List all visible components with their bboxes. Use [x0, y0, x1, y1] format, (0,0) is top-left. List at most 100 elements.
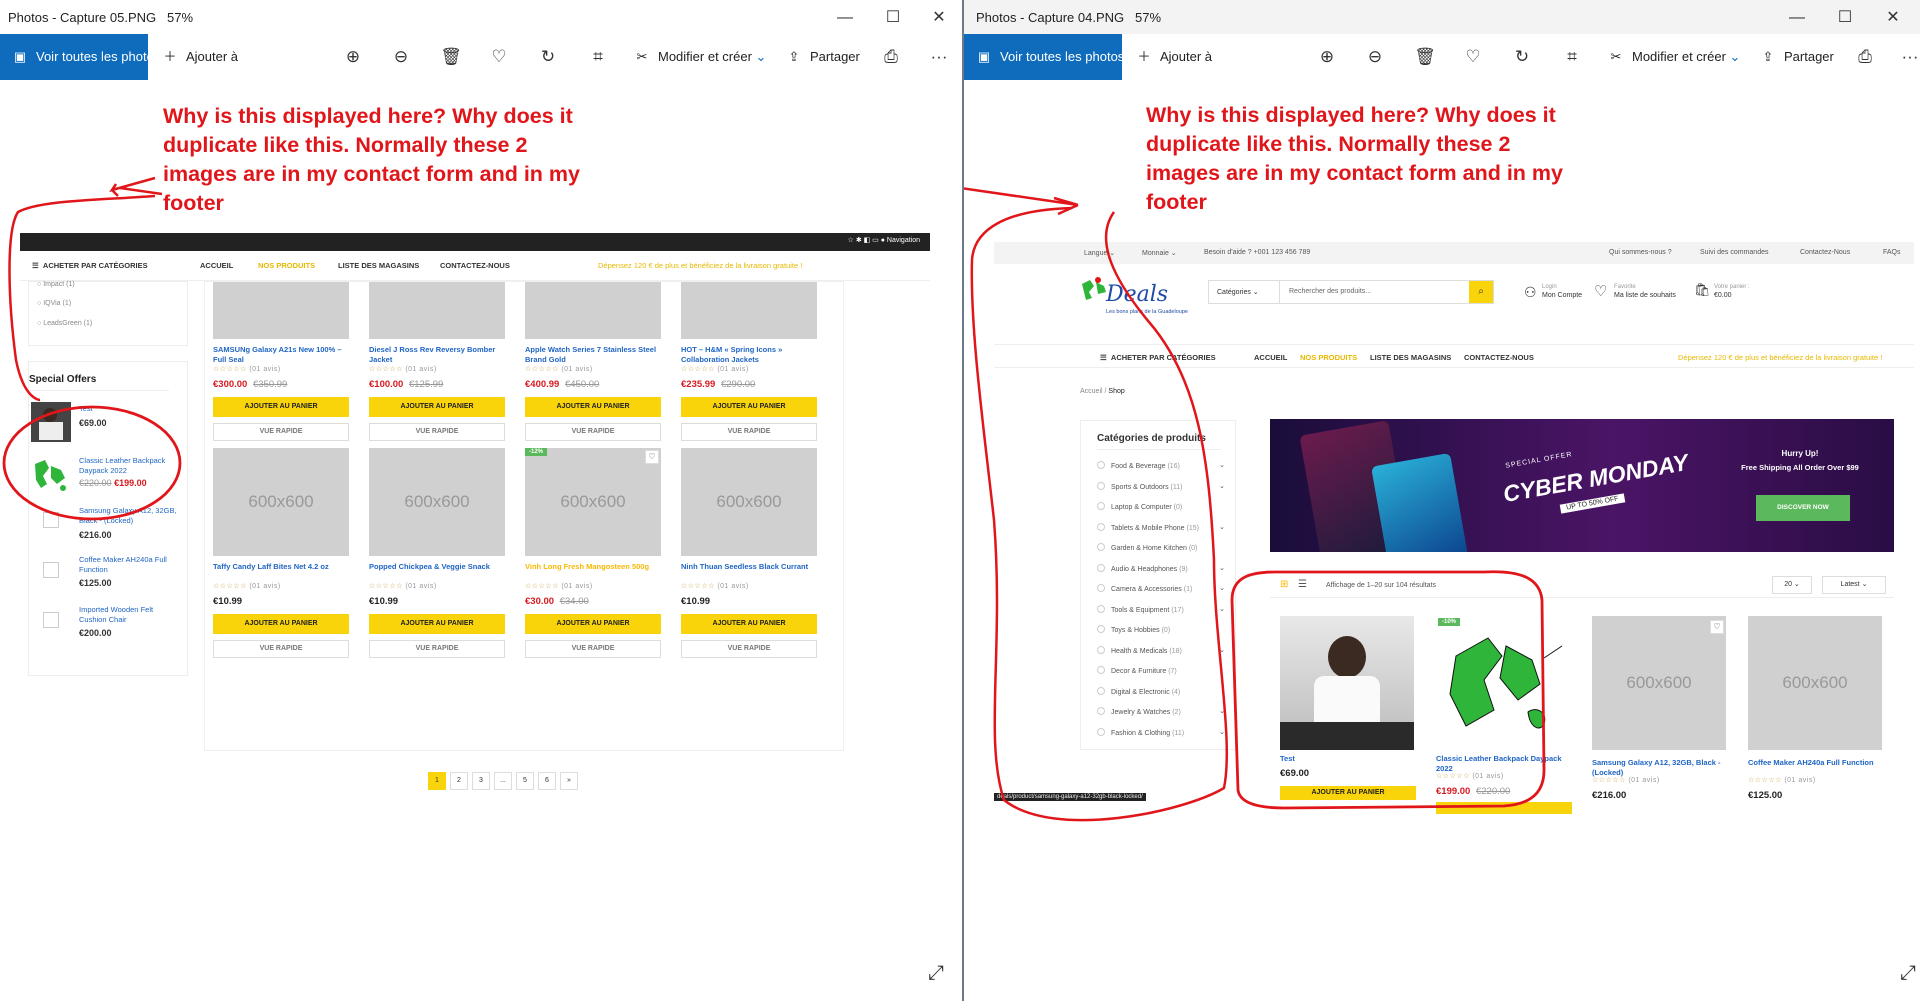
product-name[interactable]: Vinh Long Fresh Mangosteen 500g: [525, 562, 661, 572]
category-item[interactable]: Tablets & Mobile Phone (15) ⌄: [1097, 522, 1231, 544]
wishlist-heart-icon[interactable]: ♡: [1710, 620, 1724, 634]
list-view-icon[interactable]: ☰: [1298, 579, 1307, 590]
maximize-icon[interactable]: ☐: [870, 6, 916, 30]
page-button[interactable]: 2: [450, 772, 468, 790]
product-image-placeholder[interactable]: 600x600: [369, 448, 505, 556]
product-image-test[interactable]: [1280, 616, 1414, 750]
add-to-cart-button[interactable]: AJOUTER AU PANIER: [369, 614, 505, 634]
nav-stores[interactable]: LISTE DES MAGASINS: [338, 261, 419, 270]
currency-select[interactable]: Monnaie ⌄: [1142, 249, 1177, 257]
product-thumbnail-backpack[interactable]: [31, 454, 71, 494]
print-icon[interactable]: ⎙: [1854, 46, 1876, 68]
product-name[interactable]: Coffee Maker AH240a Full Function: [1748, 758, 1882, 768]
product-image-placeholder[interactable]: 600x600: [525, 448, 661, 556]
share-button[interactable]: ⇪ Partager: [784, 34, 860, 80]
share-button[interactable]: ⇪ Partager: [1758, 34, 1834, 80]
search-category-select[interactable]: Catégories ⌄: [1217, 288, 1259, 296]
nav-stores[interactable]: LISTE DES MAGASINS: [1370, 353, 1451, 362]
edit-create-button[interactable]: ✂ Modifier et créer ⌄: [1606, 34, 1741, 80]
filter-item[interactable]: ○ LeadsGreen (1): [37, 320, 92, 327]
page-button[interactable]: 1: [428, 772, 446, 790]
per-page-select[interactable]: 20 ⌄: [1772, 576, 1812, 594]
product-name[interactable]: Ninh Thuan Seedless Black Currant: [681, 562, 817, 572]
add-to-cart-button[interactable]: AJOUTER AU PANIER: [213, 397, 349, 417]
crop-icon[interactable]: ⌗: [1561, 46, 1583, 68]
nav-contact[interactable]: CONTACTEZ-NOUS: [440, 261, 510, 270]
product-image-placeholder[interactable]: [369, 282, 505, 339]
grid-view-icon[interactable]: ⊞: [1280, 579, 1288, 590]
search-input[interactable]: Rechercher des produits...: [1289, 288, 1371, 295]
rotate-icon[interactable]: ↻: [537, 46, 559, 68]
category-item[interactable]: Tools & Equipment (17) ⌄: [1097, 604, 1231, 626]
chevron-down-icon[interactable]: ⌄: [1219, 482, 1225, 490]
product-name[interactable]: Test: [1280, 754, 1414, 764]
rotate-icon[interactable]: ↻: [1511, 46, 1533, 68]
product-name[interactable]: Apple Watch Series 7 Stainless Steel Bra…: [525, 345, 661, 365]
add-to-cart-button[interactable]: AJOUTER AU PANIER: [525, 614, 661, 634]
category-item[interactable]: Fashion & Clothing (11) ⌄: [1097, 727, 1231, 749]
filter-item[interactable]: ○ IQVia (1): [37, 300, 71, 307]
zoom-in-icon[interactable]: ⊕: [342, 46, 364, 68]
category-item[interactable]: Jewelry & Watches (2) ⌄: [1097, 707, 1231, 728]
chevron-down-icon[interactable]: ⌄: [1219, 461, 1225, 469]
nav-accueil[interactable]: ACCUEIL: [1254, 353, 1287, 362]
page-button[interactable]: »: [560, 772, 578, 790]
filter-item[interactable]: ○ Impact (1): [37, 281, 75, 288]
page-button[interactable]: 3: [472, 772, 490, 790]
quick-view-button[interactable]: VUE RAPIDE: [213, 423, 349, 441]
minimize-icon[interactable]: —: [822, 6, 868, 30]
nav-products[interactable]: NOS PRODUITS: [258, 261, 315, 270]
category-item[interactable]: Decor & Furniture (7): [1097, 666, 1231, 687]
product-image-placeholder[interactable]: 600x600: [213, 448, 349, 556]
topbar-link[interactable]: FAQs: [1883, 249, 1901, 256]
add-to-button[interactable]: ＋ Ajouter à: [160, 34, 238, 80]
category-menu-button[interactable]: ☰ ACHETER PAR CATÉGORIES: [1100, 353, 1216, 362]
category-item[interactable]: Health & Medicals (18) ⌄: [1097, 645, 1231, 667]
category-item[interactable]: Camera & Accessories (1) ⌄: [1097, 584, 1231, 605]
nav-contact[interactable]: CONTACTEZ-NOUS: [1464, 353, 1534, 362]
language-select[interactable]: Langue ⌄: [1084, 249, 1115, 257]
search-icon[interactable]: ⌕: [1469, 281, 1493, 303]
category-menu-button[interactable]: ☰ ACHETER PAR CATÉGORIES: [32, 261, 148, 270]
chevron-down-icon[interactable]: ⌄: [1219, 523, 1225, 531]
chevron-down-icon[interactable]: ⌄: [1219, 584, 1225, 592]
favorite-icon[interactable]: ♡: [1462, 46, 1484, 68]
delete-icon[interactable]: 🗑: [440, 46, 462, 68]
product-image-backpack[interactable]: [1436, 616, 1570, 750]
add-to-cart-button[interactable]: AJOUTER AU PANIER: [525, 397, 661, 417]
fullscreen-icon[interactable]: ⤢: [1900, 962, 1916, 985]
add-to-button[interactable]: ＋ Ajouter à: [1134, 34, 1212, 80]
quick-view-button[interactable]: VUE RAPIDE: [213, 640, 349, 658]
page-button[interactable]: ...: [494, 772, 512, 790]
delete-icon[interactable]: 🗑: [1414, 46, 1436, 68]
offer-name[interactable]: Classic Leather Backpack Daypack 2022: [79, 456, 179, 476]
product-name[interactable]: Classic Leather Backpack Daypack 2022: [1436, 754, 1570, 774]
product-name[interactable]: Diesel J Ross Rev Reversy Bomber Jacket: [369, 345, 505, 365]
offer-name[interactable]: Imported Wooden Felt Cushion Chair: [79, 605, 179, 625]
more-icon[interactable]: ···: [928, 46, 950, 68]
product-image-placeholder[interactable]: 600x600: [1748, 616, 1882, 750]
product-name[interactable]: Samsung Galaxy A12, 32GB, Black - (Locke…: [1592, 758, 1726, 778]
product-name[interactable]: HOT – H&M « Spring Icons » Collaboration…: [681, 345, 817, 365]
print-icon[interactable]: ⎙: [880, 46, 902, 68]
chevron-down-icon[interactable]: ⌄: [1219, 605, 1225, 613]
chevron-down-icon[interactable]: ⌄: [1219, 707, 1225, 715]
maximize-icon[interactable]: ☐: [1822, 6, 1868, 30]
category-item[interactable]: Digital & Electronic (4): [1097, 686, 1231, 708]
more-icon[interactable]: ···: [1899, 46, 1920, 68]
add-to-cart-button[interactable]: AJOUTER AU PANIER: [681, 614, 817, 634]
offer-name[interactable]: Coffee Maker AH240a Full Function: [79, 555, 179, 575]
topbar-link[interactable]: Contactez-Nous: [1800, 249, 1850, 256]
chevron-down-icon[interactable]: ⌄: [1219, 646, 1225, 654]
close-icon[interactable]: ✕: [916, 6, 962, 30]
product-name[interactable]: Popped Chickpea & Veggie Snack: [369, 562, 505, 572]
product-image-placeholder[interactable]: 600x600: [1592, 616, 1726, 750]
edit-create-button[interactable]: ✂ Modifier et créer ⌄: [632, 34, 767, 80]
wishlist-heart-icon[interactable]: ♡: [645, 450, 659, 464]
chevron-down-icon[interactable]: ⌄: [1219, 728, 1225, 736]
topbar-link[interactable]: Qui sommes-nous ?: [1609, 249, 1672, 256]
breadcrumb-link[interactable]: Accueil: [1080, 388, 1103, 395]
page-button[interactable]: 5: [516, 772, 534, 790]
quick-view-button[interactable]: VUE RAPIDE: [525, 423, 661, 441]
view-all-photos-button[interactable]: ▣ Voir toutes les photos: [964, 34, 1124, 80]
